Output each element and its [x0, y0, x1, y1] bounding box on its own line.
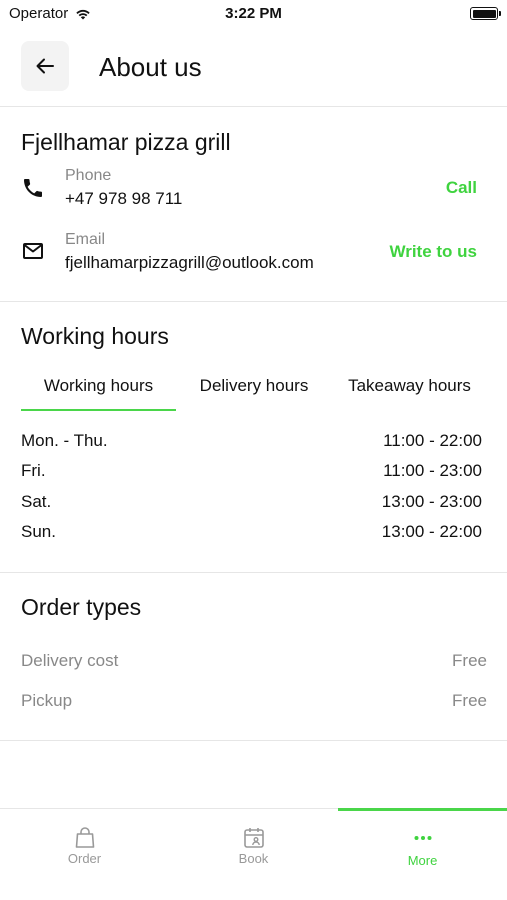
hours-time: 13:00 - 23:00	[381, 492, 482, 511]
status-time: 3:22 PM	[225, 5, 282, 22]
hours-day: Fri.	[21, 461, 46, 480]
email-label: Email	[65, 231, 106, 248]
order-types-title: Order types	[21, 594, 142, 620]
divider	[0, 301, 507, 302]
nav-label-more: More	[407, 853, 438, 868]
nav-item-more[interactable]: More	[338, 809, 507, 879]
order-type-row: Pickup Free	[21, 691, 487, 713]
hours-row: Sun. 13:00 - 22:00	[21, 522, 482, 544]
hours-tabs: Working hours Delivery hours Takeaway ho…	[21, 376, 491, 412]
divider	[0, 106, 507, 107]
hours-time: 11:00 - 23:00	[383, 461, 482, 480]
email-row: Email fjellhamarpizzagrill@outlook.com W…	[0, 229, 507, 279]
hours-day: Mon. - Thu.	[21, 431, 108, 450]
hours-time: 11:00 - 22:00	[383, 431, 482, 450]
more-dots-icon	[414, 836, 432, 840]
hours-day: Sat.	[21, 492, 52, 511]
tab-takeaway-hours[interactable]: Takeaway hours	[337, 376, 482, 396]
calendar-icon	[244, 828, 264, 848]
order-type-label: Delivery cost	[21, 651, 119, 670]
phone-label: Phone	[65, 167, 112, 184]
restaurant-name: Fjellhamar pizza grill	[21, 129, 231, 155]
active-tab-indicator	[21, 409, 176, 411]
email-address: fjellhamarpizzagrill@outlook.com	[65, 253, 314, 272]
bottom-nav: Order Book More	[0, 808, 507, 900]
nav-item-book[interactable]: Book	[169, 809, 338, 879]
nav-label-order: Order	[67, 851, 102, 866]
write-to-us-button[interactable]: Write to us	[389, 242, 477, 262]
hours-time: 13:00 - 22:00	[381, 522, 482, 541]
order-type-value: Free	[452, 691, 487, 710]
nav-item-order[interactable]: Order	[0, 809, 169, 879]
order-type-value: Free	[452, 651, 487, 670]
order-type-row: Delivery cost Free	[21, 651, 487, 673]
hours-row: Mon. - Thu. 11:00 - 22:00	[21, 431, 482, 453]
arrow-left-icon	[36, 58, 54, 74]
phone-number: +47 978 98 711	[65, 189, 183, 208]
divider	[0, 572, 507, 573]
bag-icon	[75, 827, 95, 848]
phone-row: Phone +47 978 98 711 Call	[0, 165, 507, 215]
tab-delivery-hours[interactable]: Delivery hours	[184, 376, 324, 396]
nav-label-book: Book	[238, 851, 269, 866]
order-type-label: Pickup	[21, 691, 73, 710]
phone-icon	[24, 179, 42, 197]
hours-row: Fri. 11:00 - 23:00	[21, 461, 482, 483]
page-title: About us	[99, 52, 202, 82]
divider	[0, 740, 507, 741]
call-button[interactable]: Call	[446, 178, 477, 198]
hours-day: Sun.	[21, 522, 56, 541]
back-button[interactable]	[21, 41, 69, 91]
tab-working-hours[interactable]: Working hours	[21, 376, 176, 396]
mail-icon	[23, 243, 43, 259]
header: About us	[0, 41, 507, 91]
status-bar: Operator 3:22 PM	[0, 0, 507, 28]
hours-row: Sat. 13:00 - 23:00	[21, 492, 482, 514]
battery-icon	[470, 7, 501, 20]
working-hours-title: Working hours	[21, 323, 169, 349]
